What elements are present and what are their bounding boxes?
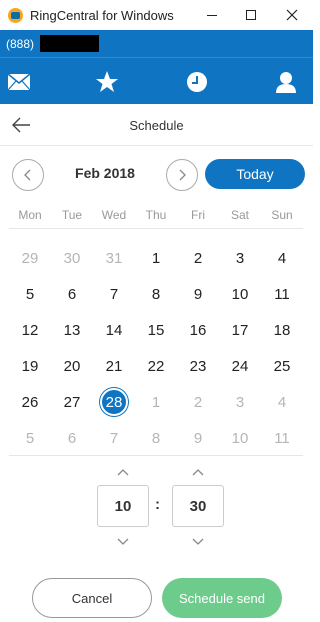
- calendar-day[interactable]: 8: [135, 276, 177, 312]
- calendar-day[interactable]: 26: [9, 384, 51, 420]
- calendar-day[interactable]: 7: [93, 276, 135, 312]
- ringcentral-logo-icon: [8, 8, 23, 23]
- redacted-number: [40, 35, 100, 52]
- minute-up-button[interactable]: [190, 467, 206, 477]
- nav-messages[interactable]: [7, 70, 31, 94]
- calendar-day[interactable]: 10: [219, 420, 261, 456]
- calendar-day[interactable]: 10: [219, 276, 261, 312]
- star-icon: [96, 71, 118, 92]
- calendar-day[interactable]: 6: [51, 420, 93, 456]
- hour-field[interactable]: 10: [97, 485, 149, 527]
- weekday-label: Wed: [101, 208, 127, 222]
- chevron-right-icon: [179, 169, 186, 181]
- weekday-label: Thu: [145, 208, 167, 222]
- minute-down-button[interactable]: [190, 537, 206, 547]
- calendar-day[interactable]: 30: [51, 240, 93, 276]
- phone-prefix: (888): [6, 36, 35, 51]
- calendar-day[interactable]: 24: [219, 348, 261, 384]
- calendar-day[interactable]: 8: [135, 420, 177, 456]
- calendar-day[interactable]: 31: [93, 240, 135, 276]
- weekday-label: Tue: [61, 208, 83, 222]
- close-icon: [286, 9, 298, 21]
- chevron-down-icon: [192, 538, 204, 545]
- chevron-up-icon: [117, 469, 129, 476]
- chevron-left-icon: [24, 169, 31, 181]
- chevron-down-icon: [117, 538, 129, 545]
- calendar-day[interactable]: 5: [9, 276, 51, 312]
- person-icon: [276, 72, 296, 93]
- calendar-day[interactable]: 12: [9, 312, 51, 348]
- weekday-header: Mon Tue Wed Thu Fri Sat Sun: [9, 208, 303, 224]
- calendar-day[interactable]: 14: [93, 312, 135, 348]
- calendar-day[interactable]: 25: [261, 348, 303, 384]
- calendar-day[interactable]: 15: [135, 312, 177, 348]
- calendar-day[interactable]: 2: [177, 240, 219, 276]
- calendar-day[interactable]: 27: [51, 384, 93, 420]
- calendar-day[interactable]: 1: [135, 240, 177, 276]
- phone-number: (888): [6, 35, 100, 52]
- window-title: RingCentral for Windows: [30, 8, 174, 23]
- maximize-button[interactable]: [231, 0, 271, 30]
- maximize-icon: [246, 10, 256, 20]
- calendar-day[interactable]: 19: [9, 348, 51, 384]
- calendar-day[interactable]: 13: [51, 312, 93, 348]
- calendar-day[interactable]: 29: [9, 240, 51, 276]
- weekday-label: Sat: [230, 208, 249, 222]
- nav-favorites[interactable]: [95, 70, 119, 94]
- chevron-up-icon: [192, 469, 204, 476]
- cancel-button[interactable]: Cancel: [32, 578, 152, 618]
- calendar-day[interactable]: 11: [261, 276, 303, 312]
- calendar-day[interactable]: 6: [51, 276, 93, 312]
- close-button[interactable]: [272, 0, 312, 30]
- calendar-day[interactable]: 22: [135, 348, 177, 384]
- calendar-day[interactable]: 7: [93, 420, 135, 456]
- header-divider: [0, 57, 313, 58]
- nav-contacts[interactable]: [274, 70, 298, 94]
- calendar-day[interactable]: 18: [261, 312, 303, 348]
- month-label: Feb 2018: [75, 165, 135, 181]
- calendar-day[interactable]: 3: [219, 384, 261, 420]
- page-header: Schedule: [0, 104, 313, 146]
- calendar-day[interactable]: 20: [51, 348, 93, 384]
- nav-history[interactable]: [185, 70, 209, 94]
- weekday-label: Mon: [18, 208, 42, 222]
- selected-day-marker: 28: [100, 388, 128, 416]
- calendar-day[interactable]: 3: [219, 240, 261, 276]
- calendar-day[interactable]: 9: [177, 276, 219, 312]
- previous-month-button[interactable]: [12, 159, 44, 191]
- calendar-day-selected[interactable]: 28: [93, 384, 135, 420]
- minimize-button[interactable]: [192, 0, 232, 30]
- calendar-day[interactable]: 23: [177, 348, 219, 384]
- envelope-icon: [7, 73, 31, 91]
- calendar-day[interactable]: 16: [177, 312, 219, 348]
- calendar-divider: [9, 455, 303, 456]
- hour-down-button[interactable]: [115, 537, 131, 547]
- calendar-day[interactable]: 5: [9, 420, 51, 456]
- calendar-day[interactable]: 17: [219, 312, 261, 348]
- minimize-icon: [207, 14, 217, 16]
- calendar-grid: 29 30 31 1 2 3 4 5 6 7 8 9 10 11 12 13 14 15 16 17 18 19 20 21 2…: [9, 240, 303, 456]
- next-month-button[interactable]: [166, 159, 198, 191]
- calendar-day[interactable]: 2: [177, 384, 219, 420]
- calendar-day[interactable]: 1: [135, 384, 177, 420]
- schedule-send-button[interactable]: Schedule send: [162, 578, 282, 618]
- hour-up-button[interactable]: [115, 467, 131, 477]
- today-button[interactable]: Today: [205, 159, 305, 189]
- clock-icon: [187, 72, 207, 92]
- weekday-label: Sun: [271, 208, 293, 222]
- time-separator: :: [155, 496, 160, 513]
- window-titlebar: RingCentral for Windows: [0, 0, 313, 30]
- calendar-day[interactable]: 11: [261, 420, 303, 456]
- page-title: Schedule: [129, 118, 184, 133]
- weekday-label: Fri: [191, 208, 205, 222]
- calendar-day[interactable]: 21: [93, 348, 135, 384]
- calendar-day[interactable]: 4: [261, 240, 303, 276]
- weekday-divider: [9, 228, 303, 229]
- calendar-day[interactable]: 4: [261, 384, 303, 420]
- minute-field[interactable]: 30: [172, 485, 224, 527]
- calendar-day[interactable]: 9: [177, 420, 219, 456]
- app-header: (888): [0, 30, 313, 104]
